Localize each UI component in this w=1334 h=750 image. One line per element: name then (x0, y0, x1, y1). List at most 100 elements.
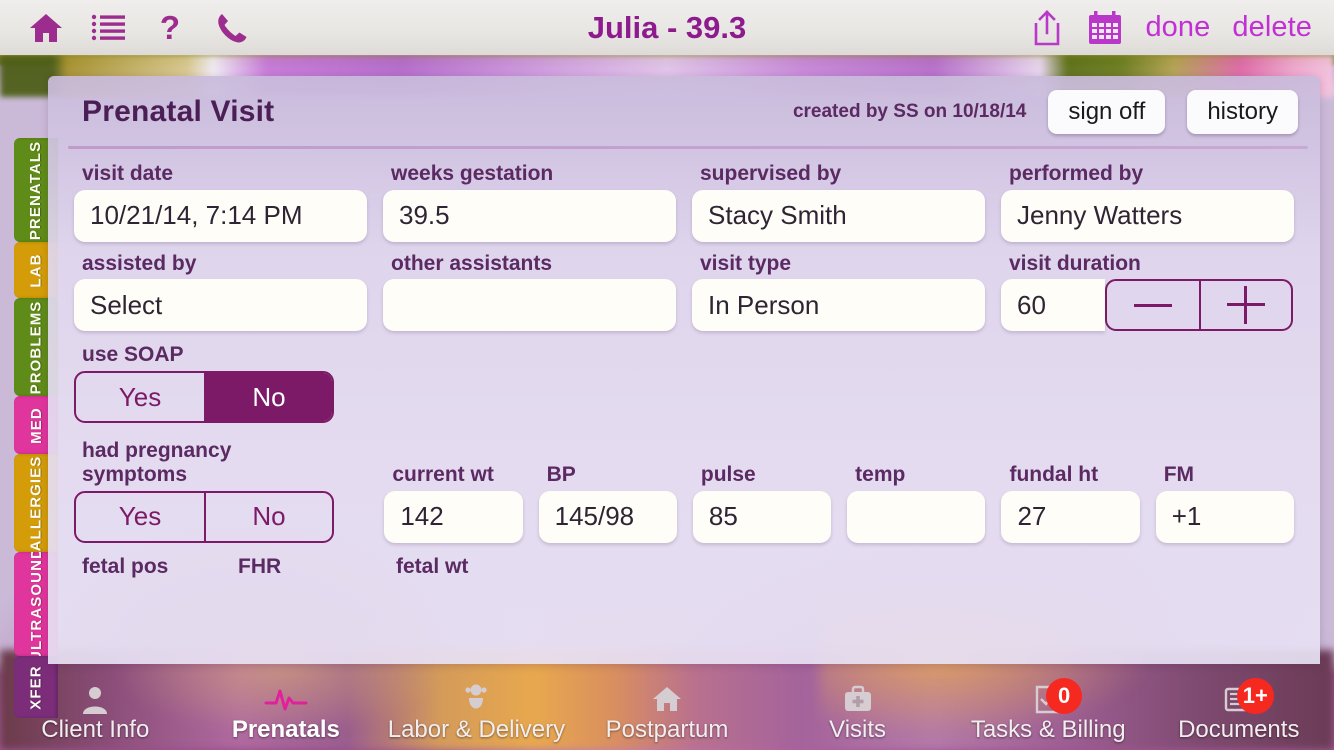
visit-duration-decrement-button[interactable] (1107, 281, 1199, 329)
list-icon[interactable] (90, 10, 126, 46)
fetal-wt-label: fetal wt (396, 554, 469, 578)
field-fetal-pos: fetal pos (66, 549, 222, 583)
symptoms-label-line2: symptoms (82, 462, 188, 486)
current-wt-label: current wt (392, 462, 494, 486)
fm-label: FM (1163, 462, 1195, 486)
performed-by-input[interactable]: Jenny Watters (1001, 189, 1294, 242)
tasks-icon: 0 (1033, 678, 1083, 716)
temp-label: temp (855, 462, 906, 486)
created-by-text: created by SS on 10/18/14 (792, 101, 1027, 122)
field-bp: BP 145/98 (531, 457, 685, 543)
toolbar-left-group: ? (0, 10, 250, 46)
fundal-ht-label: fundal ht (1009, 462, 1099, 486)
nav-item-label: Client Info (41, 716, 150, 743)
bp-label: BP (546, 462, 576, 486)
fhr-label: FHR (238, 554, 282, 578)
form-row-4: had pregnancy symptoms Yes No current wt… (66, 433, 1302, 543)
phone-icon[interactable] (214, 10, 250, 46)
plus-icon (1227, 286, 1265, 325)
field-assisted-by: assisted by Select (66, 246, 375, 332)
nav-item-postpartum[interactable]: Postpartum (572, 682, 763, 750)
form-row-1: visit date 10/21/14, 7:14 PM weeks gesta… (66, 156, 1302, 242)
use-soap-no-option[interactable]: No (204, 373, 332, 422)
field-other-assistants: other assistants (375, 246, 684, 332)
visit-duration-increment-button[interactable] (1199, 281, 1291, 330)
card-header: Prenatal Visit created by SS on 10/18/14… (48, 76, 1320, 149)
visit-type-select[interactable]: In Person (692, 279, 985, 332)
nav-item-tasks-billing[interactable]: 0 Tasks & Billing (953, 678, 1144, 750)
nav-item-documents[interactable]: 1+ Documents (1143, 678, 1334, 750)
supervised-by-input[interactable]: Stacy Smith (692, 189, 985, 242)
symptoms-yes-option[interactable]: Yes (76, 493, 204, 541)
current-wt-input[interactable]: 142 (384, 490, 523, 543)
field-current-wt: current wt 142 (376, 457, 530, 543)
history-button[interactable]: history (1187, 90, 1298, 134)
nav-item-label: Tasks & Billing (970, 716, 1126, 743)
calendar-icon[interactable] (1087, 10, 1123, 46)
medical-bag-icon (843, 682, 873, 716)
fm-input[interactable]: +1 (1155, 490, 1295, 543)
use-soap-yes-option[interactable]: Yes (76, 373, 204, 421)
field-had-pregnancy-symptoms: had pregnancy symptoms Yes No (66, 433, 376, 543)
bp-input[interactable]: 145/98 (538, 490, 677, 543)
side-tab-label: ULTRASOUND (27, 552, 45, 656)
use-soap-toggle: Yes No (74, 371, 334, 424)
form-row-5: fetal pos FHR fetal wt (66, 549, 1302, 583)
weeks-gestation-input[interactable]: 39.5 (383, 189, 676, 242)
had-pregnancy-symptoms-toggle: Yes No (74, 490, 334, 543)
minus-icon (1134, 303, 1172, 307)
assisted-by-label: assisted by (82, 251, 197, 275)
nav-item-prenatals[interactable]: Prenatals (191, 682, 382, 750)
nav-item-label: Visits (829, 716, 887, 743)
visit-type-label: visit type (700, 251, 792, 275)
field-fetal-wt: fetal wt (380, 549, 540, 583)
top-toolbar: ? done delete Julia - 39.3 (0, 0, 1334, 55)
house-icon (652, 682, 682, 716)
field-fundal-ht: fundal ht 27 (993, 457, 1147, 543)
symptoms-label-line1: had pregnancy (82, 439, 232, 463)
field-fhr: FHR (222, 549, 380, 583)
symptoms-no-option[interactable]: No (204, 492, 332, 541)
home-icon[interactable] (28, 10, 64, 46)
nav-item-client-info[interactable]: Client Info (0, 682, 191, 750)
delete-button[interactable]: delete (1232, 11, 1312, 44)
form-row-3: use SOAP Yes No (66, 337, 1302, 424)
visit-duration-value[interactable]: 60 (1001, 279, 1105, 332)
supervised-by-label: supervised by (700, 162, 842, 185)
fundal-ht-input[interactable]: 27 (1001, 490, 1140, 543)
fetal-pos-label: fetal pos (82, 554, 169, 578)
use-soap-label: use SOAP (82, 343, 184, 367)
field-fm: FM +1 (1148, 457, 1302, 543)
weeks-gestation-label: weeks gestation (391, 162, 554, 185)
field-visit-duration: visit duration 60 (993, 246, 1302, 332)
person-icon (80, 682, 110, 716)
side-tab-label: PROBLEMS (27, 300, 45, 394)
temp-input[interactable] (847, 490, 986, 543)
svg-text:?: ? (160, 11, 180, 45)
help-icon[interactable]: ? (152, 10, 188, 46)
field-visit-date: visit date 10/21/14, 7:14 PM (66, 156, 375, 242)
bottom-navigation: Client Info Prenatals Labor & Delivery Post… (0, 664, 1334, 750)
documents-icon: 1+ (1223, 678, 1274, 716)
nav-badge: 1+ (1236, 678, 1274, 714)
baby-icon (462, 682, 490, 716)
side-tab-label: MED (27, 406, 45, 444)
visit-date-input[interactable]: 10/21/14, 7:14 PM (74, 189, 367, 242)
sign-off-button[interactable]: sign off (1048, 90, 1166, 134)
assisted-by-select[interactable]: Select (74, 279, 367, 332)
nav-item-labor-delivery[interactable]: Labor & Delivery (381, 682, 572, 750)
heartbeat-icon (264, 682, 308, 716)
nav-item-visits[interactable]: Visits (762, 682, 953, 750)
done-button[interactable]: done (1145, 11, 1210, 44)
nav-item-label: Prenatals (231, 716, 340, 743)
other-assistants-input[interactable] (383, 279, 676, 332)
prenatal-visit-form: visit date 10/21/14, 7:14 PM weeks gesta… (48, 148, 1320, 582)
performed-by-label: performed by (1009, 162, 1144, 185)
share-icon[interactable] (1029, 9, 1065, 46)
field-performed-by: performed by Jenny Watters (993, 156, 1302, 242)
pulse-input[interactable]: 85 (692, 490, 832, 543)
toolbar-right-group: done delete (1029, 9, 1334, 46)
nav-badge: 0 (1046, 678, 1083, 714)
visit-duration-stepper: 60 (1001, 279, 1294, 332)
had-pregnancy-symptoms-label: had pregnancy symptoms (82, 439, 368, 486)
